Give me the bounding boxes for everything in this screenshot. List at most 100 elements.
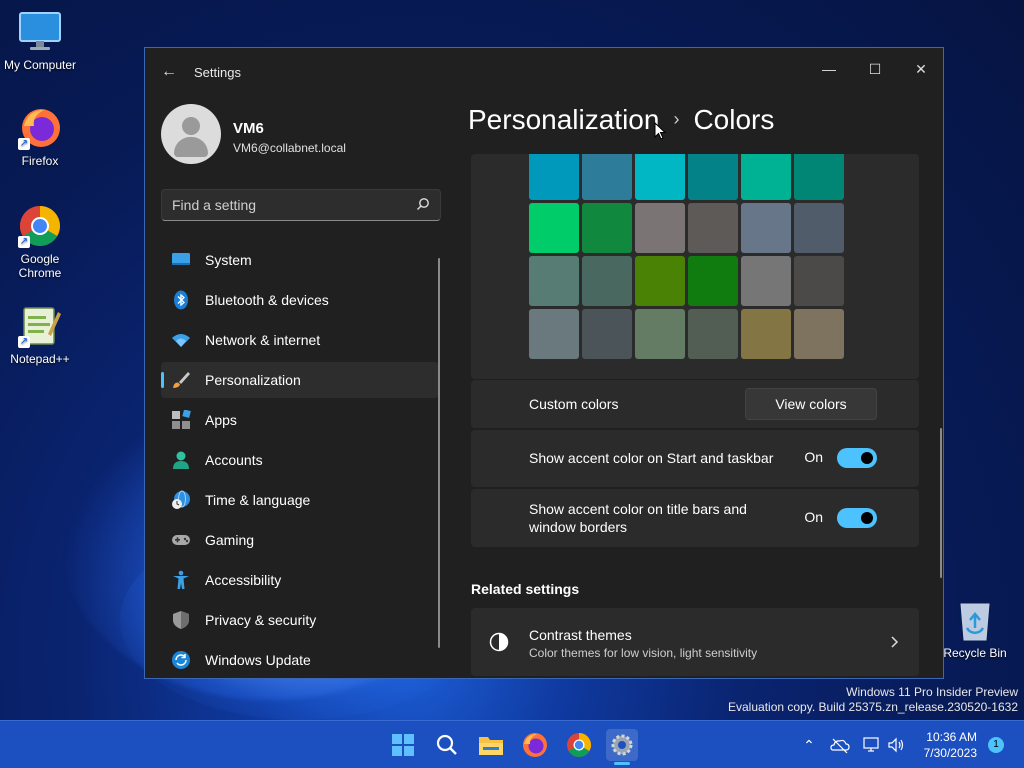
file-explorer-icon xyxy=(479,737,503,755)
onedrive-icon[interactable] xyxy=(830,735,850,755)
nav-label: Network & internet xyxy=(205,332,321,348)
accent-color-swatch[interactable] xyxy=(635,203,685,253)
accent-title-bars-row: Show accent color on title bars and wind… xyxy=(471,489,919,547)
nav-label: Accounts xyxy=(205,452,263,468)
accent-title-bars-toggle[interactable] xyxy=(837,508,877,528)
breadcrumb: Personalization › Colors xyxy=(468,104,774,144)
view-colors-button[interactable]: View colors xyxy=(745,388,877,420)
accessibility-icon xyxy=(173,570,189,589)
nav-item-time-language[interactable]: Time & language xyxy=(161,482,439,518)
chrome-icon xyxy=(567,733,592,758)
accent-color-swatch[interactable] xyxy=(794,154,844,200)
nav-label: System xyxy=(205,252,252,268)
mouse-cursor-icon xyxy=(654,122,666,140)
content-scrollbar[interactable] xyxy=(940,428,942,578)
search-icon[interactable] xyxy=(416,197,430,211)
accent-color-swatch[interactable] xyxy=(635,256,685,306)
accent-color-swatch[interactable] xyxy=(635,154,685,200)
chrome-taskbar-button[interactable] xyxy=(563,729,595,761)
clock-time: 10:36 AM xyxy=(926,730,977,744)
nav-scrollbar[interactable] xyxy=(438,258,440,648)
accent-color-swatch[interactable] xyxy=(688,203,738,253)
volume-icon[interactable] xyxy=(886,735,906,755)
accent-color-swatch[interactable] xyxy=(794,203,844,253)
taskbar-clock[interactable]: 10:36 AM 7/30/2023 xyxy=(915,729,977,761)
contrast-themes-link[interactable]: Contrast themes Color themes for low vis… xyxy=(471,608,919,676)
accent-color-swatch[interactable] xyxy=(582,203,632,253)
desktop-icon-chrome[interactable]: ↗ Google Chrome xyxy=(0,204,80,280)
accent-start-taskbar-row: Show accent color on Start and taskbar O… xyxy=(471,430,919,487)
network-icon[interactable] xyxy=(862,735,882,755)
user-name: VM6 xyxy=(233,120,264,137)
nav-item-network[interactable]: Network & internet xyxy=(161,322,439,358)
breadcrumb-parent[interactable]: Personalization xyxy=(468,104,659,135)
desktop-icon-recycle-bin[interactable]: Recycle Bin xyxy=(935,598,1015,660)
accent-color-swatch[interactable] xyxy=(741,309,791,359)
accent-color-swatch[interactable] xyxy=(741,256,791,306)
close-icon: ✕ xyxy=(915,61,927,77)
accent-color-swatch[interactable] xyxy=(741,154,791,200)
accent-start-taskbar-label: Show accent color on Start and taskbar xyxy=(529,450,774,466)
notification-badge[interactable]: 1 xyxy=(988,737,1004,753)
accent-color-swatch[interactable] xyxy=(582,256,632,306)
firefox-icon xyxy=(523,733,547,757)
custom-colors-row: Custom colors View colors xyxy=(471,380,919,428)
accent-color-swatch[interactable] xyxy=(688,154,738,200)
shield-icon xyxy=(173,611,189,629)
nav-item-gaming[interactable]: Gaming xyxy=(161,522,439,558)
accent-color-swatch[interactable] xyxy=(529,154,579,200)
firefox-taskbar-button[interactable] xyxy=(519,729,551,761)
nav-item-personalization[interactable]: Personalization xyxy=(161,362,439,398)
nav-item-bluetooth[interactable]: Bluetooth & devices xyxy=(161,282,439,318)
colors-content: Custom colors View colors Show accent co… xyxy=(471,154,921,680)
page-title: Colors xyxy=(693,104,775,135)
accent-color-swatch[interactable] xyxy=(688,309,738,359)
globe-clock-icon xyxy=(172,490,190,509)
contrast-themes-subtitle: Color themes for low vision, light sensi… xyxy=(529,646,758,660)
brush-icon xyxy=(173,372,190,388)
user-profile[interactable]: VM6 VM6@collabnet.local xyxy=(161,104,441,166)
accent-color-swatch[interactable] xyxy=(582,309,632,359)
nav-item-windows-update[interactable]: Windows Update xyxy=(161,642,439,678)
nav-item-apps[interactable]: Apps xyxy=(161,402,439,438)
desktop-icon-firefox[interactable]: ↗ Firefox xyxy=(0,106,80,168)
related-settings-heading: Related settings xyxy=(471,581,580,597)
nav-item-accounts[interactable]: Accounts xyxy=(161,442,439,478)
start-icon xyxy=(392,734,414,756)
settings-taskbar-button[interactable] xyxy=(606,729,638,761)
file-explorer-button[interactable] xyxy=(475,729,507,761)
minimize-button[interactable]: — xyxy=(806,54,852,84)
accent-color-swatch[interactable] xyxy=(794,309,844,359)
watermark-build: Evaluation copy. Build 25375.zn_release.… xyxy=(728,700,1018,714)
accent-color-swatch[interactable] xyxy=(582,154,632,200)
accent-color-swatch[interactable] xyxy=(794,256,844,306)
nav-label: Gaming xyxy=(205,532,255,548)
close-button[interactable]: ✕ xyxy=(898,54,944,84)
recycle-bin-icon xyxy=(953,598,997,642)
back-button[interactable]: ← xyxy=(159,62,179,82)
accent-color-swatch[interactable] xyxy=(635,309,685,359)
desktop-icon-my-computer[interactable]: My Computer xyxy=(0,10,80,72)
nav-item-privacy-security[interactable]: Privacy & security xyxy=(161,602,439,638)
search-box[interactable] xyxy=(161,189,441,221)
maximize-button[interactable]: ☐ xyxy=(852,54,898,84)
accent-color-swatch[interactable] xyxy=(529,203,579,253)
accent-color-swatch[interactable] xyxy=(741,203,791,253)
desktop-icon-notepadpp[interactable]: ↗ Notepad++ xyxy=(0,304,80,366)
accent-color-swatch[interactable] xyxy=(688,256,738,306)
chevron-up-icon[interactable]: ⌃ xyxy=(799,735,819,755)
active-app-indicator xyxy=(614,762,630,765)
taskbar-search-button[interactable] xyxy=(431,729,463,761)
nav-item-system[interactable]: System xyxy=(161,242,439,278)
accent-title-bars-label: Show accent color on title bars and wind… xyxy=(529,501,747,535)
accounts-icon xyxy=(173,451,189,469)
nav-label: Time & language xyxy=(205,492,311,508)
search-input[interactable] xyxy=(162,190,402,220)
nav-item-accessibility[interactable]: Accessibility xyxy=(161,562,439,598)
settings-window: ← Settings — ☐ ✕ VM6 VM6@collabnet.local xyxy=(144,47,944,679)
accent-color-swatch[interactable] xyxy=(529,256,579,306)
start-button[interactable] xyxy=(387,729,419,761)
accent-color-swatch[interactable] xyxy=(529,309,579,359)
maximize-icon: ☐ xyxy=(868,61,882,77)
accent-start-taskbar-toggle[interactable] xyxy=(837,448,877,468)
